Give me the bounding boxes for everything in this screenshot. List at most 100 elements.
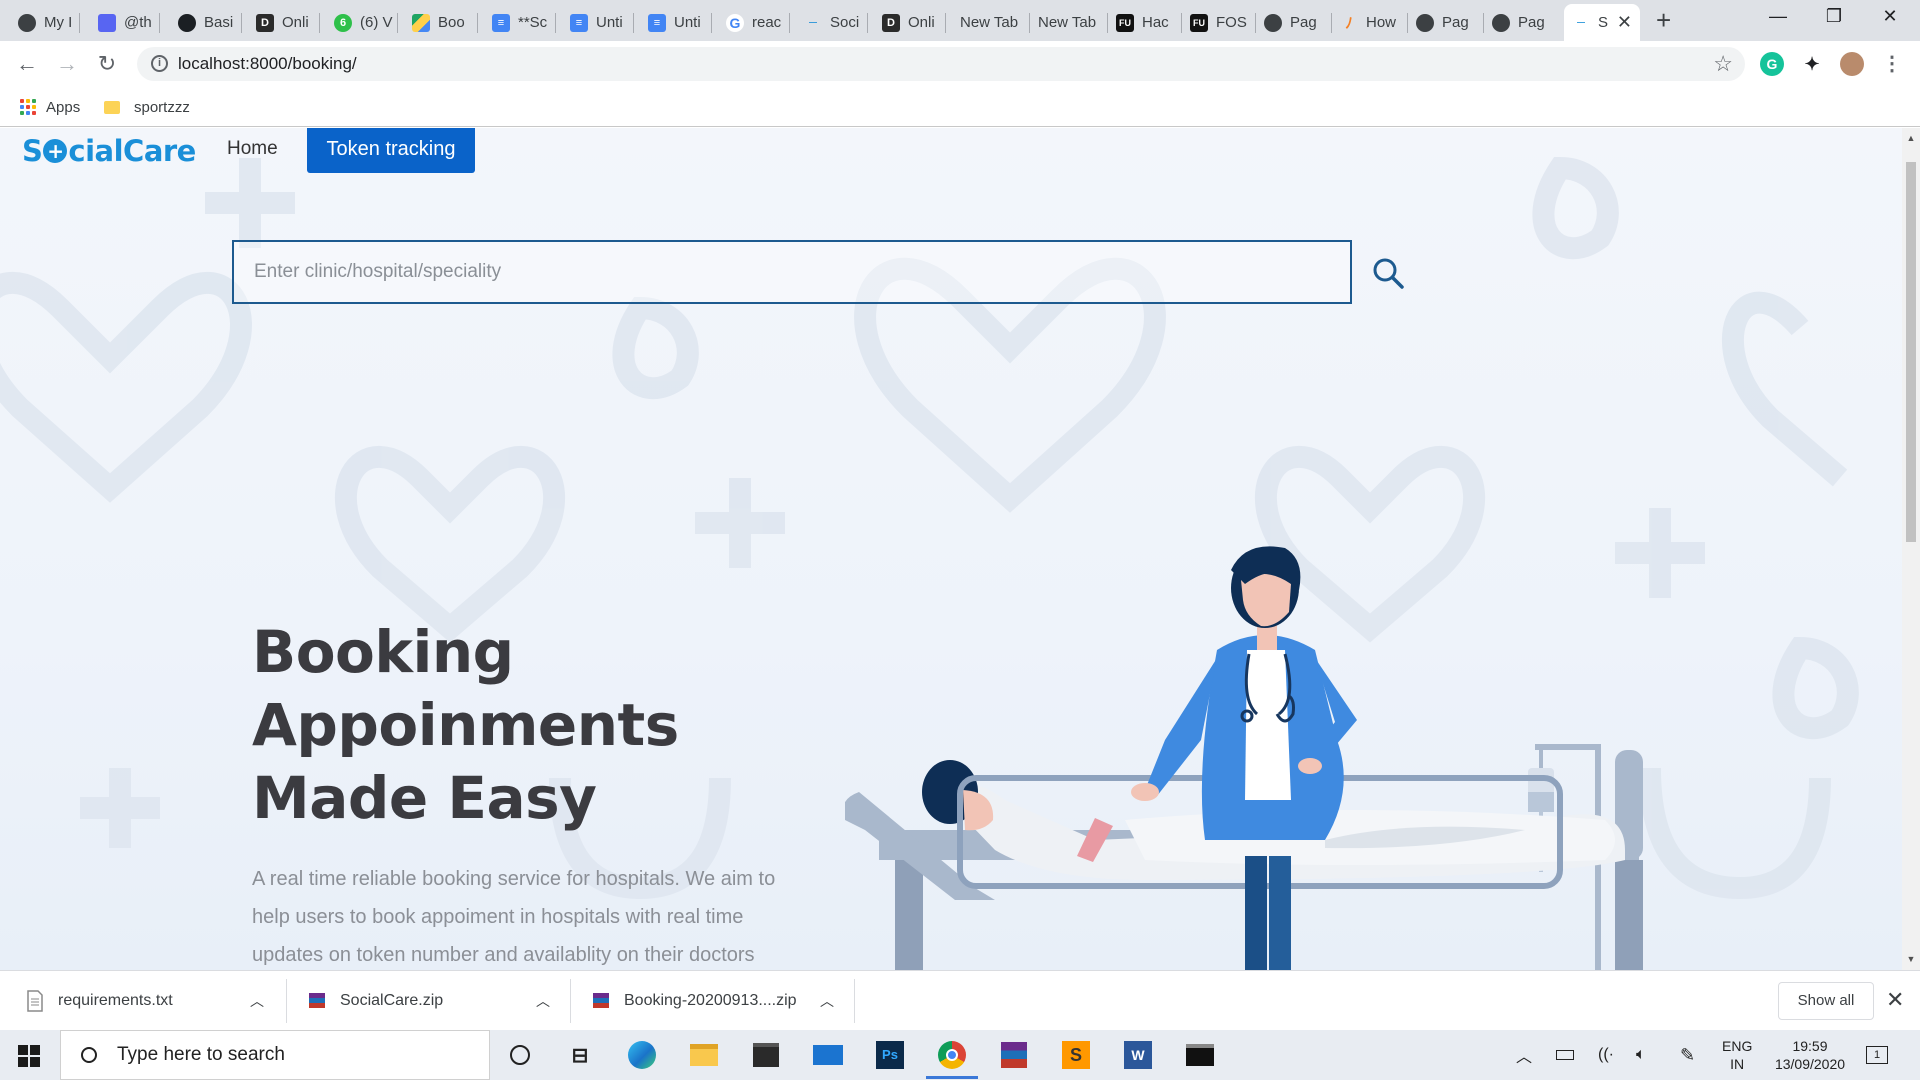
- hero-title-line: Appoinments: [252, 691, 679, 759]
- tab-strip: My I @th Basi D Onli 6 (6) V Boo ≡ **Sc …: [0, 0, 1920, 41]
- wifi-icon[interactable]: ((·: [1598, 1030, 1614, 1080]
- chevron-up-icon[interactable]: ︿: [820, 991, 834, 1011]
- show-hidden-icons-chevron-icon[interactable]: ︿: [1516, 1030, 1532, 1080]
- clock-time: 19:59: [1792, 1038, 1828, 1054]
- reload-icon[interactable]: ↻: [92, 49, 122, 79]
- bookmark-folder-sportzzz[interactable]: sportzzz: [104, 87, 190, 127]
- browser-tab[interactable]: — Soci: [796, 4, 868, 41]
- chevron-up-icon[interactable]: ︿: [250, 991, 264, 1011]
- browser-tab[interactable]: ≡ **Sc: [484, 4, 556, 41]
- tab-label: @th: [124, 14, 152, 31]
- nav-token-tracking-button[interactable]: Token tracking: [307, 128, 475, 173]
- forward-icon[interactable]: →: [52, 49, 82, 79]
- bookmark-star-icon[interactable]: ☆: [1713, 47, 1733, 81]
- hero-title-line: Made Easy: [252, 764, 597, 832]
- browser-tab[interactable]: Boo: [404, 4, 478, 41]
- address-bar[interactable]: i localhost:8000/booking/ ☆: [137, 47, 1745, 81]
- socialcare-icon: —: [809, 18, 817, 27]
- page-scrollbar[interactable]: ▲ ▼: [1902, 128, 1920, 970]
- task-view-icon[interactable]: ⊟: [564, 1040, 596, 1070]
- store-icon[interactable]: [750, 1040, 782, 1070]
- apps-grid-icon: [20, 99, 36, 115]
- terminal-icon[interactable]: [1184, 1040, 1216, 1070]
- show-all-downloads-button[interactable]: Show all: [1778, 982, 1874, 1020]
- menu-kebab-icon[interactable]: ⋮: [1880, 52, 1904, 76]
- windows-start-icon[interactable]: [18, 1045, 40, 1067]
- back-icon[interactable]: ←: [12, 49, 42, 79]
- minimize-icon[interactable]: —: [1758, 6, 1798, 27]
- close-window-icon[interactable]: ✕: [1870, 6, 1910, 27]
- cortana-icon[interactable]: [504, 1040, 536, 1070]
- hero-title: Booking Appoinments Made Easy: [252, 616, 679, 835]
- close-download-shelf-icon[interactable]: ✕: [1886, 987, 1904, 1013]
- tab-label: Pag: [1518, 14, 1545, 31]
- browser-tab[interactable]: @th: [90, 4, 160, 41]
- language-indicator[interactable]: ENG IN: [1722, 1030, 1752, 1080]
- download-item[interactable]: Booking-20200913....zip ︿: [592, 971, 850, 1031]
- download-filename: Booking-20200913....zip: [624, 992, 797, 1009]
- scroll-up-arrow-icon[interactable]: ▲: [1902, 133, 1920, 143]
- url-text[interactable]: localhost:8000/booking/: [178, 47, 357, 81]
- browser-tab[interactable]: ≡ Unti: [640, 4, 712, 41]
- search-input[interactable]: [234, 242, 1350, 302]
- browser-tab[interactable]: New Tab: [1030, 4, 1108, 41]
- bookmarks-bar: Apps sportzzz: [0, 87, 1920, 127]
- word-icon[interactable]: W: [1122, 1040, 1154, 1070]
- scroll-down-arrow-icon[interactable]: ▼: [1902, 954, 1920, 964]
- profile-avatar[interactable]: [1840, 52, 1864, 76]
- taskbar-search[interactable]: Type here to search: [60, 1030, 490, 1080]
- download-item[interactable]: SocialCare.zip ︿: [308, 971, 558, 1031]
- browser-tab[interactable]: G reac: [718, 4, 790, 41]
- winrar-icon[interactable]: [998, 1040, 1030, 1070]
- extensions-puzzle-icon[interactable]: ✦: [1800, 52, 1824, 76]
- grammarly-icon[interactable]: G: [1760, 52, 1784, 76]
- download-item[interactable]: requirements.txt ︿: [26, 971, 276, 1031]
- nav-home-link[interactable]: Home: [227, 138, 278, 160]
- discord-icon: [98, 13, 116, 32]
- notifications-icon[interactable]: 1: [1866, 1030, 1888, 1080]
- search-icon[interactable]: [1371, 256, 1405, 290]
- bookmark-label: sportzzz: [134, 98, 190, 116]
- download-shelf: requirements.txt ︿ SocialCare.zip ︿ Book…: [0, 970, 1920, 1030]
- browser-tab[interactable]: Pag: [1484, 4, 1562, 41]
- browser-tab[interactable]: D Onli: [874, 4, 946, 41]
- browser-tab[interactable]: Pag: [1256, 4, 1332, 41]
- sublime-text-icon[interactable]: S: [1060, 1040, 1092, 1070]
- browser-tab[interactable]: 6 (6) V: [326, 4, 398, 41]
- google-icon: G: [726, 13, 744, 32]
- docs-icon: ≡: [648, 13, 666, 32]
- restore-icon[interactable]: ❐: [1814, 6, 1854, 27]
- browser-tab[interactable]: My I: [10, 4, 80, 41]
- socialcare-logo[interactable]: S + cialCare: [22, 134, 196, 168]
- browser-tab[interactable]: ≡ Unti: [562, 4, 634, 41]
- browser-tab[interactable]: FU Hac: [1108, 4, 1182, 41]
- close-tab-icon[interactable]: ✕: [1617, 12, 1632, 33]
- browser-tab[interactable]: D Onli: [248, 4, 320, 41]
- edge-icon[interactable]: [626, 1040, 658, 1070]
- chrome-icon[interactable]: [936, 1040, 968, 1070]
- volume-icon[interactable]: 🔈︎: [1636, 1030, 1646, 1080]
- pen-icon[interactable]: ✎: [1680, 1030, 1695, 1080]
- file-explorer-icon[interactable]: [688, 1040, 720, 1070]
- tab-label: My I: [44, 14, 73, 31]
- drive-icon: [412, 13, 430, 32]
- browser-tab[interactable]: FU FOS: [1182, 4, 1256, 41]
- flame-icon: ﾉ: [1345, 15, 1353, 32]
- battery-icon[interactable]: [1556, 1030, 1574, 1080]
- info-icon[interactable]: i: [151, 55, 168, 72]
- browser-tab[interactable]: New Tab: [952, 4, 1030, 41]
- socialcare-icon: —: [1577, 18, 1585, 27]
- chevron-up-icon[interactable]: ︿: [536, 991, 550, 1011]
- browser-tab[interactable]: Pag: [1408, 4, 1484, 41]
- bookmark-apps[interactable]: Apps: [20, 87, 80, 127]
- browser-tab[interactable]: ﾉ How: [1332, 4, 1408, 41]
- mail-icon[interactable]: [812, 1040, 844, 1070]
- clock[interactable]: 19:59 13/09/2020: [1770, 1030, 1850, 1080]
- new-tab-icon[interactable]: +: [1656, 7, 1671, 33]
- photoshop-icon[interactable]: Ps: [874, 1040, 906, 1070]
- region-code: IN: [1730, 1056, 1745, 1072]
- browser-tab[interactable]: Basi: [170, 4, 242, 41]
- browser-tab-active[interactable]: — S ✕: [1564, 4, 1640, 41]
- scrollbar-thumb[interactable]: [1906, 162, 1916, 542]
- tab-label: Basi: [204, 14, 234, 31]
